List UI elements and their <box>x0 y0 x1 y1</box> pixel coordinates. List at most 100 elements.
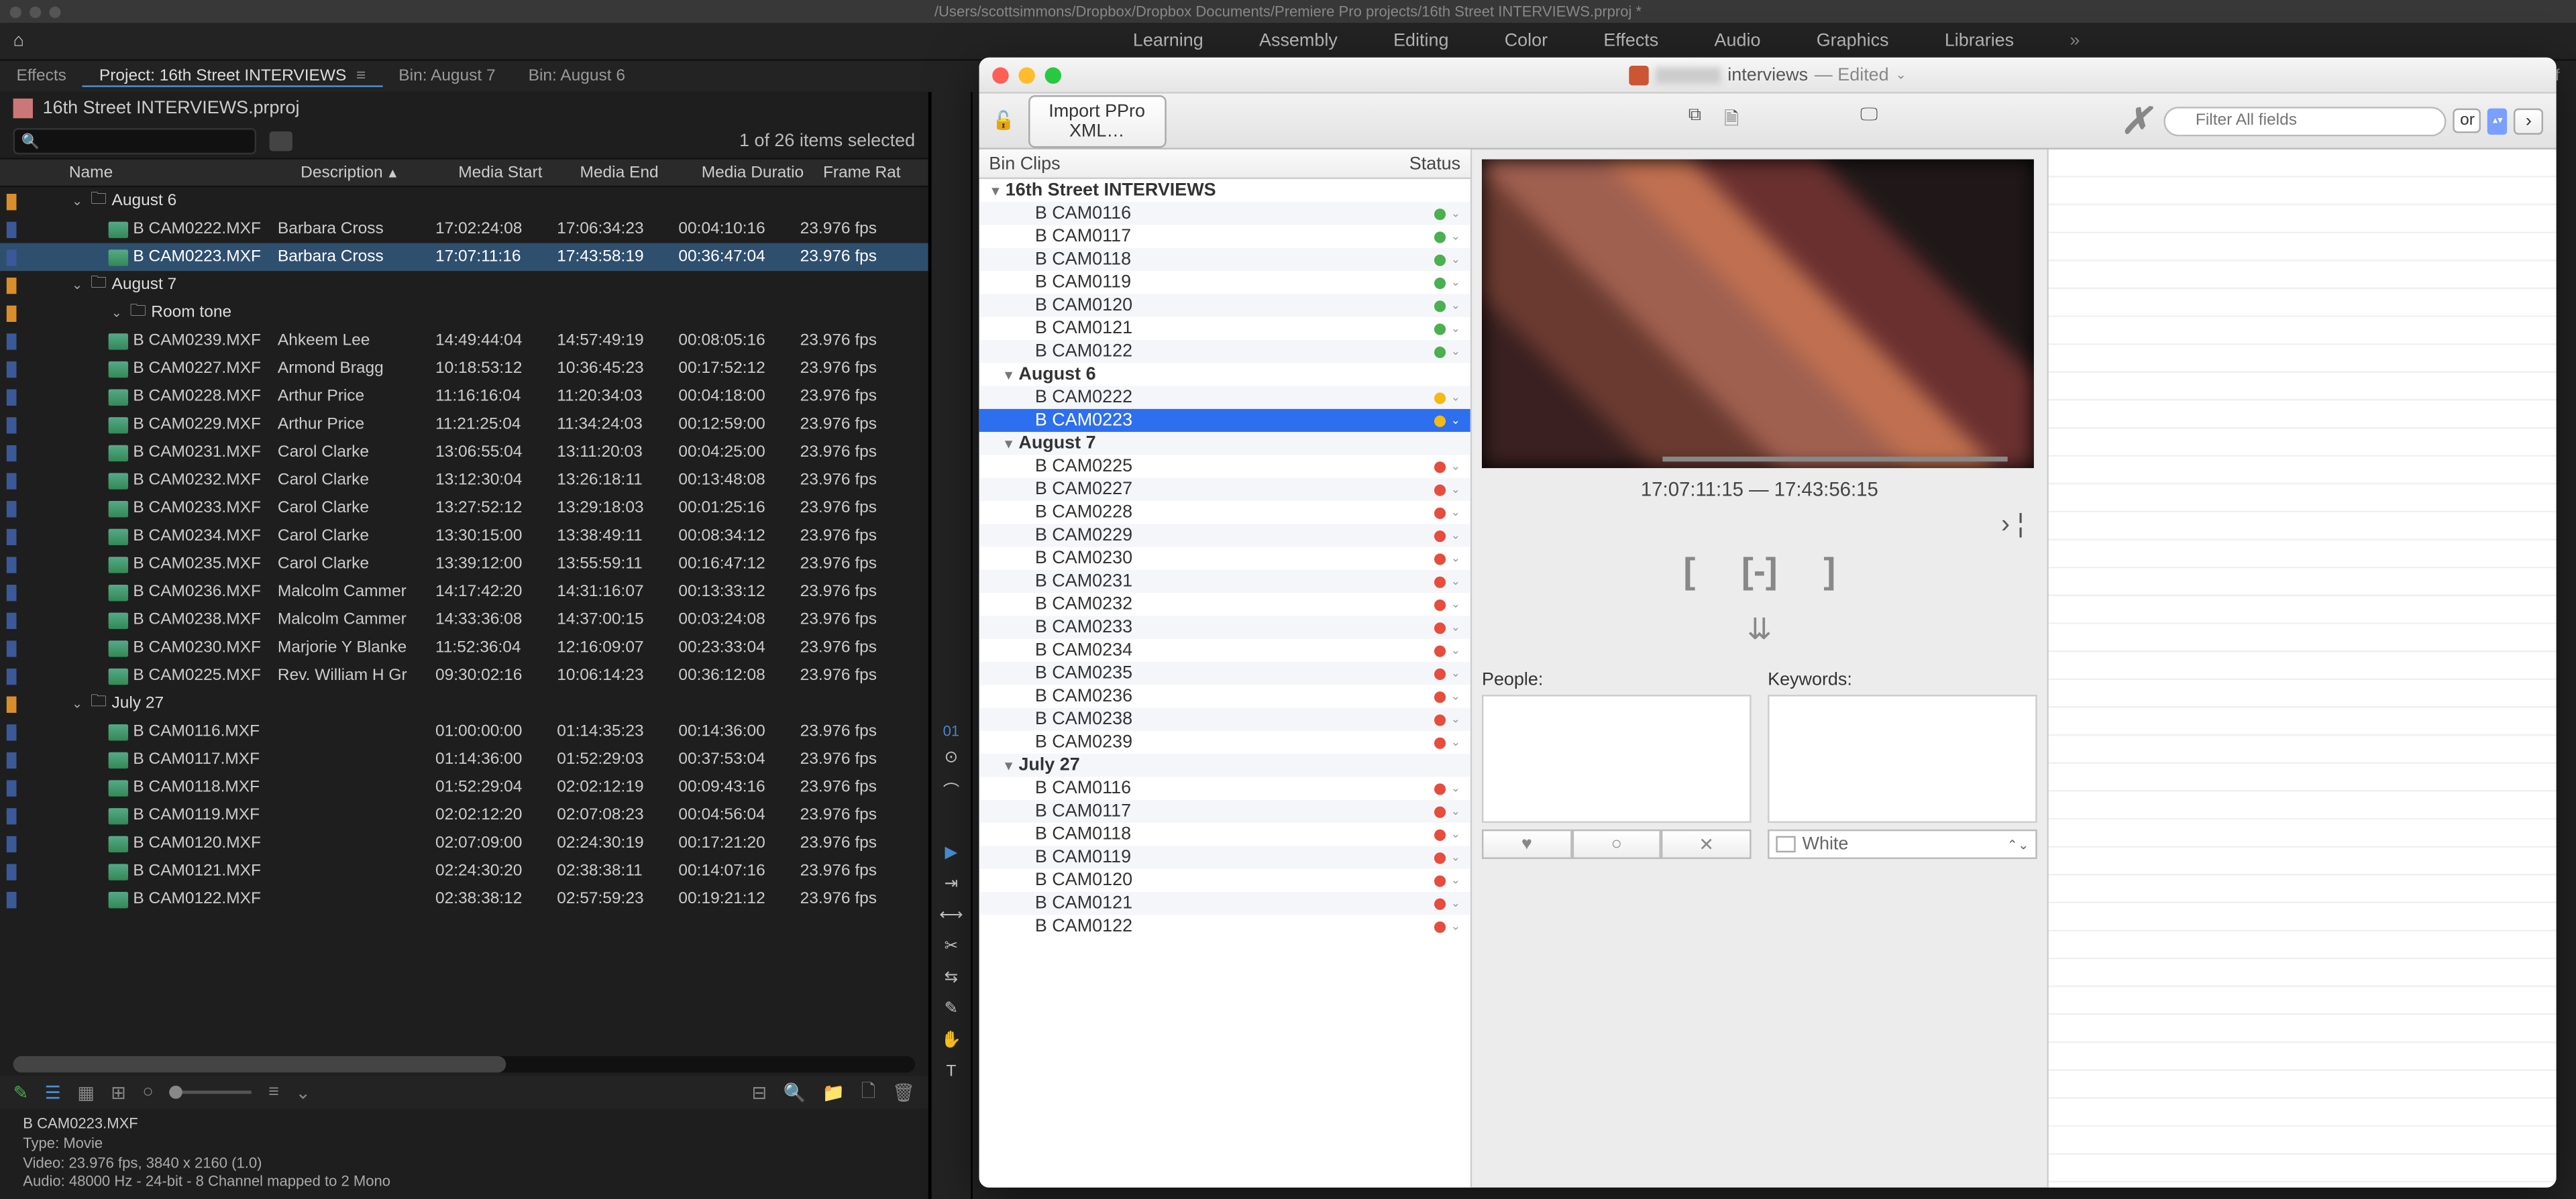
status-chevron-icon[interactable]: ⌄ <box>1451 897 1460 910</box>
razor-tool-icon[interactable]: ✂ <box>945 938 959 956</box>
freeform-view-icon[interactable]: ⊞ <box>111 1082 126 1103</box>
status-chevron-icon[interactable]: ⌄ <box>1451 506 1460 519</box>
mark-in-icon[interactable]: [ <box>1683 551 1695 593</box>
label-chip[interactable] <box>7 528 17 544</box>
status-chevron-icon[interactable]: ⌄ <box>1451 644 1460 657</box>
people-field[interactable] <box>1482 695 1752 823</box>
label-chip[interactable] <box>7 249 17 265</box>
col-frame-rate[interactable]: Frame Rat <box>816 164 915 182</box>
selection-tool-icon[interactable]: ▶ <box>945 844 958 862</box>
clip-row[interactable]: B CAM0227.MXFArmond Bragg10:18:53:1210:3… <box>0 355 928 383</box>
label-chip[interactable] <box>7 779 17 795</box>
fw-min-icon[interactable] <box>1018 66 1034 82</box>
traffic-close-icon[interactable] <box>10 6 21 17</box>
workspace-graphics[interactable]: Graphics <box>1817 32 1889 51</box>
label-chip[interactable] <box>7 807 17 823</box>
folder-row[interactable]: ⌄🗀August 6 <box>0 187 928 215</box>
fw-clip-row[interactable]: B CAM0232⌄ <box>979 593 1470 616</box>
col-media-end[interactable]: Media End <box>574 164 695 182</box>
fw-clip-row[interactable]: B CAM0121⌄ <box>979 317 1470 340</box>
writable-icon[interactable]: ✎ <box>13 1082 29 1103</box>
fw-clip-row[interactable]: B CAM0234⌄ <box>979 639 1470 662</box>
scrubber[interactable] <box>1662 457 2007 461</box>
fw-col-binclips[interactable]: Bin Clips <box>989 154 1060 173</box>
clip-row[interactable]: B CAM0223.MXFBarbara Cross17:07:11:1617:… <box>0 243 928 271</box>
label-chip[interactable] <box>7 361 17 377</box>
clip-row[interactable]: B CAM0119.MXF02:02:12:2002:07:08:2300:04… <box>0 801 928 830</box>
clip-row[interactable]: B CAM0118.MXF01:52:29:0402:02:12:1900:09… <box>0 774 928 802</box>
fw-clip-row[interactable]: B CAM0119⌄ <box>979 271 1470 294</box>
workspace-assembly[interactable]: Assembly <box>1259 32 1338 51</box>
fw-clip-row[interactable]: B CAM0222⌄ <box>979 386 1470 409</box>
clip-row[interactable]: B CAM0236.MXFMalcolm Cammer14:17:42:2014… <box>0 578 928 606</box>
video-preview[interactable] <box>1482 160 2034 468</box>
or-stepper[interactable]: ▴▾ <box>2488 107 2508 133</box>
snap-icon[interactable]: ⊙ <box>945 749 959 767</box>
label-chip[interactable] <box>7 416 17 433</box>
icon-view-icon[interactable]: ▦ <box>77 1082 94 1103</box>
fw-clip-row[interactable]: B CAM0236⌄ <box>979 685 1470 707</box>
next-button[interactable]: › <box>2514 107 2543 133</box>
fw-clip-row[interactable]: B CAM0231⌄ <box>979 570 1470 593</box>
status-chevron-icon[interactable]: ⌄ <box>1451 690 1460 703</box>
label-chip[interactable] <box>7 388 17 404</box>
clip-row[interactable]: B CAM0116.MXF01:00:00:0001:14:35:2300:14… <box>0 718 928 746</box>
duplicate-icon[interactable]: ⧉ <box>1688 105 1701 137</box>
fw-clip-row[interactable]: B CAM0118⌄ <box>979 823 1470 846</box>
clear-icon[interactable]: ✗ <box>2121 99 2151 142</box>
clip-row[interactable]: B CAM0120.MXF02:07:09:0002:24:30:1900:17… <box>0 830 928 858</box>
label-chip[interactable] <box>7 668 17 684</box>
status-chevron-icon[interactable]: ⌄ <box>1451 414 1460 427</box>
fw-clip-row[interactable]: B CAM0117⌄ <box>979 225 1470 248</box>
label-chip[interactable] <box>7 445 17 461</box>
workspace-color[interactable]: Color <box>1505 32 1548 51</box>
fw-max-icon[interactable] <box>1045 66 1061 82</box>
status-chevron-icon[interactable]: ⌄ <box>1451 713 1460 726</box>
label-chip[interactable] <box>7 891 17 907</box>
zoom-out-icon[interactable]: ○ <box>142 1083 153 1102</box>
home-icon[interactable]: ⌂ <box>13 32 24 51</box>
export-icon[interactable]: ⇊ <box>1482 613 2037 647</box>
label-chip[interactable] <box>7 333 17 349</box>
track-select-tool-icon[interactable]: ⇥ <box>945 875 959 893</box>
status-chevron-icon[interactable]: ⌄ <box>1451 782 1460 795</box>
ripple-tool-icon[interactable]: ⟷ <box>939 907 963 925</box>
clip-row[interactable]: B CAM0117.MXF01:14:36:0001:52:29:0300:37… <box>0 746 928 774</box>
label-chip[interactable] <box>7 556 17 572</box>
status-chevron-icon[interactable]: ⌄ <box>1451 736 1460 749</box>
status-chevron-icon[interactable]: ⌄ <box>1451 851 1460 864</box>
mark-split-icon[interactable]: [-] <box>1741 551 1778 593</box>
status-chevron-icon[interactable]: ⌄ <box>1451 253 1460 266</box>
new-item-icon[interactable]: 🗋 <box>861 1077 876 1108</box>
fw-disclosure-icon[interactable]: ▼ <box>1002 758 1018 773</box>
reject-button[interactable]: ✕ <box>1662 830 1752 859</box>
transcript-pane[interactable] <box>2047 150 2556 1188</box>
document-icon[interactable]: 🗎 <box>1724 105 1739 137</box>
status-chevron-icon[interactable]: ⌄ <box>1451 322 1460 335</box>
status-chevron-icon[interactable]: ⌄ <box>1451 805 1460 818</box>
disclosure-icon[interactable]: ⌄ <box>69 697 85 711</box>
trash-icon[interactable]: 🗑 <box>892 1082 915 1103</box>
fw-disclosure-icon[interactable]: ▼ <box>1002 436 1018 451</box>
circle-button[interactable]: ○ <box>1572 830 1662 859</box>
traffic-min-icon[interactable] <box>30 6 41 17</box>
fw-group-row[interactable]: ▼August 6 <box>979 363 1470 386</box>
fw-title-chevron-icon[interactable]: ⌄ <box>1895 67 1906 82</box>
pen-tool-icon[interactable]: ✎ <box>945 1001 959 1019</box>
tab-effects[interactable]: Effects <box>0 67 83 85</box>
panel-menu-icon[interactable]: ≡ <box>356 66 366 84</box>
workspace-learning[interactable]: Learning <box>1133 32 1203 51</box>
col-media-start[interactable]: Media Start <box>451 164 573 182</box>
clip-row[interactable]: B CAM0238.MXFMalcolm Cammer14:33:36:0814… <box>0 606 928 634</box>
fw-clip-row[interactable]: B CAM0117⌄ <box>979 800 1470 823</box>
status-chevron-icon[interactable]: ⌄ <box>1451 276 1460 289</box>
fw-disclosure-icon[interactable]: ▼ <box>989 183 1005 198</box>
monitor-icon[interactable]: 🖵 <box>1860 105 1878 137</box>
status-chevron-icon[interactable]: ⌄ <box>1451 460 1460 473</box>
clip-row[interactable]: B CAM0225.MXFRev. William H Gr09:30:02:1… <box>0 662 928 690</box>
workspace-effects[interactable]: Effects <box>1603 32 1658 51</box>
fw-col-status[interactable]: Status <box>1409 154 1460 173</box>
clip-row[interactable]: B CAM0229.MXFArthur Price11:21:25:0411:3… <box>0 410 928 439</box>
status-chevron-icon[interactable]: ⌄ <box>1451 874 1460 887</box>
new-bin-icon[interactable] <box>270 131 292 151</box>
